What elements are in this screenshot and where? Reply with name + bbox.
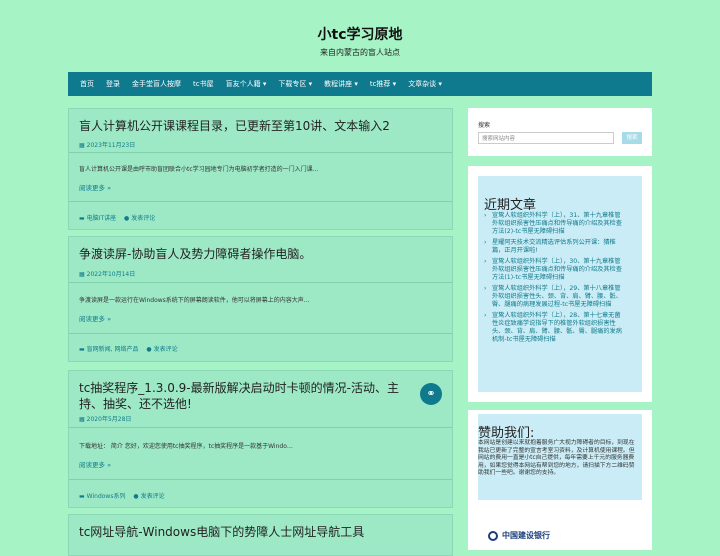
post-excerpt: 争渡读屏是一款运行在Windows系统下的屏幕朗读软件，他可以将屏幕上的内容大声…: [79, 297, 310, 304]
divider: [69, 479, 452, 480]
post-excerpt: 盲人计算机公开课是由呼市助盲团联合小tc学习园地专门为电脑初学者打造的一门入门课…: [79, 166, 319, 173]
post-card: 盲人计算机公开课课程目录，已更新至第10讲、文本输入2 ▦ 2023年11月23日…: [68, 108, 453, 230]
calendar-icon: ▦: [79, 416, 85, 423]
calendar-icon: ▦: [79, 142, 85, 149]
site-description: 来自内蒙古的盲人站点: [320, 48, 400, 57]
nav-item-personal[interactable]: 盲友个人籍 ▾: [220, 79, 273, 89]
folder-icon: ▬: [79, 215, 85, 222]
comment-icon: ●: [133, 493, 139, 500]
post-footer: ▬ Windows系列 ● 发表评论: [79, 491, 165, 500]
divider: [69, 282, 452, 283]
post-footer: ▬ 电脑IT讲座 ● 发表评论: [79, 213, 155, 222]
comment-link[interactable]: 发表评论: [141, 493, 165, 500]
bank-logo-icon: [488, 530, 498, 541]
main-navbar: 首页 登录 金手堂盲人按摩 tc书屋 盲友个人籍 ▾ 下载专区 ▾ 教程讲座 ▾…: [68, 72, 652, 96]
divider: [69, 152, 452, 153]
site-title[interactable]: 小tc学习原地: [0, 24, 720, 44]
post-date: ▦ 2020年5月28日: [79, 416, 132, 423]
post-footer: ▬ 盲网新闻, 网络产品 ● 发表评论: [79, 344, 178, 353]
search-widget: 搜索 搜索网站内容 搜索: [468, 108, 652, 156]
post-date: ▦ 2022年10月14日: [79, 271, 136, 278]
nav-item-home[interactable]: 首页: [74, 79, 100, 89]
category-link[interactable]: Windows系列: [87, 493, 126, 500]
comment-link[interactable]: 发表评论: [154, 346, 178, 353]
donate-widget: 赞助我们: 本网站是创建以来就抱着服务广大视力障碍者的目标，到现在我站已更新了完…: [468, 410, 652, 550]
nav-item-recommend[interactable]: tc推荐 ▾: [364, 79, 402, 89]
calendar-icon: ▦: [79, 271, 85, 278]
read-more-link[interactable]: 阅读更多 »: [79, 182, 111, 192]
recent-post-link[interactable]: 宣鸷人软组织外科学（上），28、第十七章无菌性炎症致痛学说指导下的椎管外软组织损…: [484, 312, 624, 344]
post-excerpt: 下载地址： 简介 您好，欢迎您使用tc抽奖程序，tc抽奖程序是一款基于Windo…: [79, 443, 293, 450]
nav-item-massage[interactable]: 金手堂盲人按摩: [126, 79, 187, 89]
bank-name: 中国建设银行: [502, 531, 550, 540]
post-date: ▦ 2023年11月23日: [79, 142, 136, 149]
post-card: 争渡读屏-协助盲人及势力障碍者操作电脑。 ▦ 2022年10月14日 争渡读屏是一…: [68, 236, 453, 362]
post-title[interactable]: tc网址导航-Windows电脑下的势障人士网址导航工具: [79, 524, 439, 540]
post-title[interactable]: tc抽奖程序_1.3.0.9-最新版解决启动时卡顿的情况-活动、主持、抽奖、还不…: [79, 380, 409, 412]
recent-post-link[interactable]: 宣鸷人软组织外科学（上），30、第十九章椎管外软组织损害性压痛点和传导痛的介绍及…: [484, 258, 624, 282]
link-icon[interactable]: ⚭: [420, 383, 442, 405]
nav-item-downloads[interactable]: 下载专区 ▾: [272, 79, 318, 89]
recent-posts-widget: 近期文章 宣鸷人软组织外科学（上），31、第十九章椎管外软组织损害性压痛点和传导…: [468, 166, 652, 402]
recent-post-link[interactable]: 宣鸷人软组织外科学（上），31、第十九章椎管外软组织损害性压痛点和传导痛的介绍及…: [484, 212, 624, 236]
category-link[interactable]: 盲网新闻, 网络产品: [87, 346, 139, 353]
bank-logo: 中国建设银行: [488, 530, 550, 541]
divider: [69, 333, 452, 334]
recent-post-link[interactable]: 星耀阿天技术交流精选评估系列公开课：猜椎篇，正月开课啦!: [484, 239, 624, 255]
nav-item-articles[interactable]: 文章杂谈 ▾: [402, 79, 448, 89]
search-label: 搜索: [478, 122, 491, 129]
comment-icon: ●: [124, 215, 130, 222]
read-more-link[interactable]: 阅读更多 »: [79, 459, 111, 469]
recent-post-link[interactable]: 宣鸷人软组织外科学（上），29、第十八章椎管外软组织损害性头、颈、背、肩、臂、腰…: [484, 285, 624, 309]
post-title[interactable]: 盲人计算机公开课课程目录，已更新至第10讲、文本输入2: [79, 118, 409, 134]
folder-icon: ▬: [79, 493, 85, 500]
search-input[interactable]: 搜索网站内容: [478, 132, 614, 144]
comment-icon: ●: [146, 346, 152, 353]
donate-text: 本网站是创建以来就抱着服务广大视力障碍者的目标，到现在我站已更新了完整的宣言考室…: [478, 440, 635, 477]
recent-posts-title: 近期文章: [484, 198, 537, 213]
site-header: 小tc学习原地 来自内蒙古的盲人站点: [0, 0, 720, 72]
divider: [69, 201, 452, 202]
donate-title: 赞助我们:: [478, 426, 535, 441]
nav-item-login[interactable]: 登录: [100, 79, 126, 89]
read-more-link[interactable]: 阅读更多 »: [79, 313, 111, 323]
post-card: tc抽奖程序_1.3.0.9-最新版解决启动时卡顿的情况-活动、主持、抽奖、还不…: [68, 370, 453, 508]
folder-icon: ▬: [79, 346, 85, 353]
search-button[interactable]: 搜索: [622, 132, 642, 144]
post-card: tc网址导航-Windows电脑下的势障人士网址导航工具: [68, 514, 453, 556]
category-link[interactable]: 电脑IT讲座: [87, 215, 116, 222]
nav-item-tutorials[interactable]: 教程讲座 ▾: [318, 79, 364, 89]
post-title[interactable]: 争渡读屏-协助盲人及势力障碍者操作电脑。: [79, 246, 409, 262]
divider: [69, 427, 452, 428]
recent-posts-list: 宣鸷人软组织外科学（上），31、第十九章椎管外软组织损害性压痛点和传导痛的介绍及…: [484, 212, 624, 347]
comment-link[interactable]: 发表评论: [131, 215, 155, 222]
nav-item-bookstore[interactable]: tc书屋: [187, 79, 220, 89]
